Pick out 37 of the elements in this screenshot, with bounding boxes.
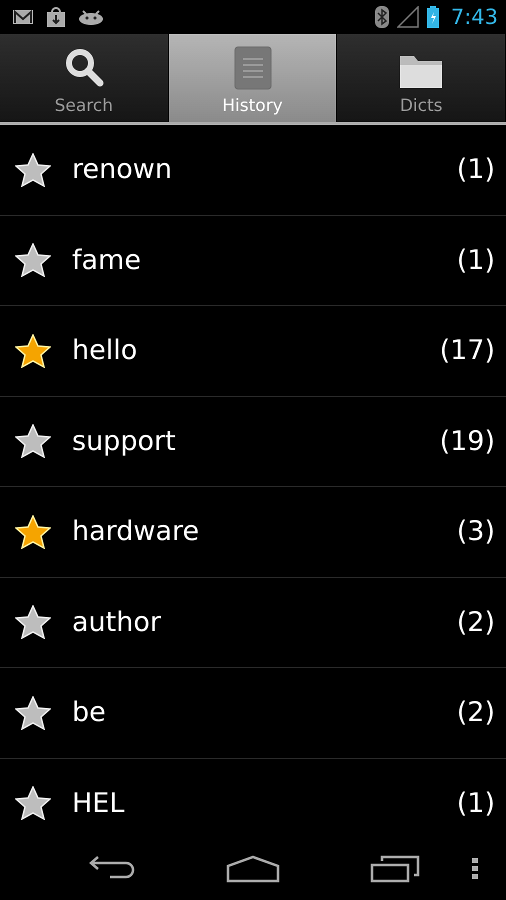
history-word[interactable]: fame xyxy=(72,244,457,276)
history-word[interactable]: support xyxy=(72,426,440,457)
star-icon[interactable] xyxy=(15,786,51,820)
lookup-count: (19) xyxy=(440,426,495,457)
history-word[interactable]: be xyxy=(72,697,457,728)
lookup-count: (2) xyxy=(456,606,495,638)
bluetooth-icon xyxy=(374,6,389,28)
lookup-count: (1) xyxy=(456,154,495,186)
document-icon xyxy=(234,46,272,90)
star-icon[interactable] xyxy=(15,696,51,730)
star-icon[interactable] xyxy=(15,424,51,458)
tab[interactable]: Dicts xyxy=(337,34,506,122)
star-icon[interactable] xyxy=(15,605,51,640)
filled-star-icon[interactable] xyxy=(15,514,51,549)
star-icon[interactable] xyxy=(15,152,51,187)
mail-icon xyxy=(12,9,34,25)
history-word[interactable]: renown xyxy=(72,154,457,186)
home-icon[interactable] xyxy=(226,855,280,883)
lookup-count: (1) xyxy=(456,244,495,276)
robot-icon xyxy=(78,9,104,25)
lookup-count: (3) xyxy=(456,516,495,548)
lookup-count: (1) xyxy=(456,788,495,819)
menu-icon[interactable] xyxy=(472,858,478,880)
history-word[interactable]: hardware xyxy=(72,516,457,548)
lookup-count: (17) xyxy=(440,335,495,366)
history-word[interactable]: hello xyxy=(72,335,440,366)
star-icon[interactable] xyxy=(15,243,51,278)
download-icon xyxy=(46,7,66,27)
lookup-count: (2) xyxy=(456,697,495,728)
tab[interactable]: Search xyxy=(0,34,169,122)
signal-icon xyxy=(396,6,419,28)
battery-icon xyxy=(426,6,439,28)
history-word[interactable]: HEL xyxy=(72,788,457,819)
recent-apps-icon[interactable] xyxy=(370,855,420,883)
history-word[interactable]: author xyxy=(72,606,457,638)
clock-time: 7:43 xyxy=(450,5,498,29)
filled-star-icon[interactable] xyxy=(15,334,51,368)
